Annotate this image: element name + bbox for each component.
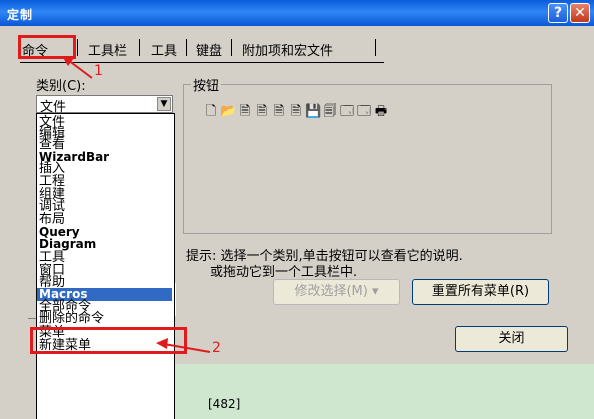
annotation-arrowhead-1 (62, 56, 74, 66)
annotation-arrow-1 (67, 59, 93, 79)
annotation-arrows (62, 56, 211, 353)
annotation-arrow-2 (163, 343, 211, 353)
annotation-arrowhead-2 (156, 338, 168, 349)
